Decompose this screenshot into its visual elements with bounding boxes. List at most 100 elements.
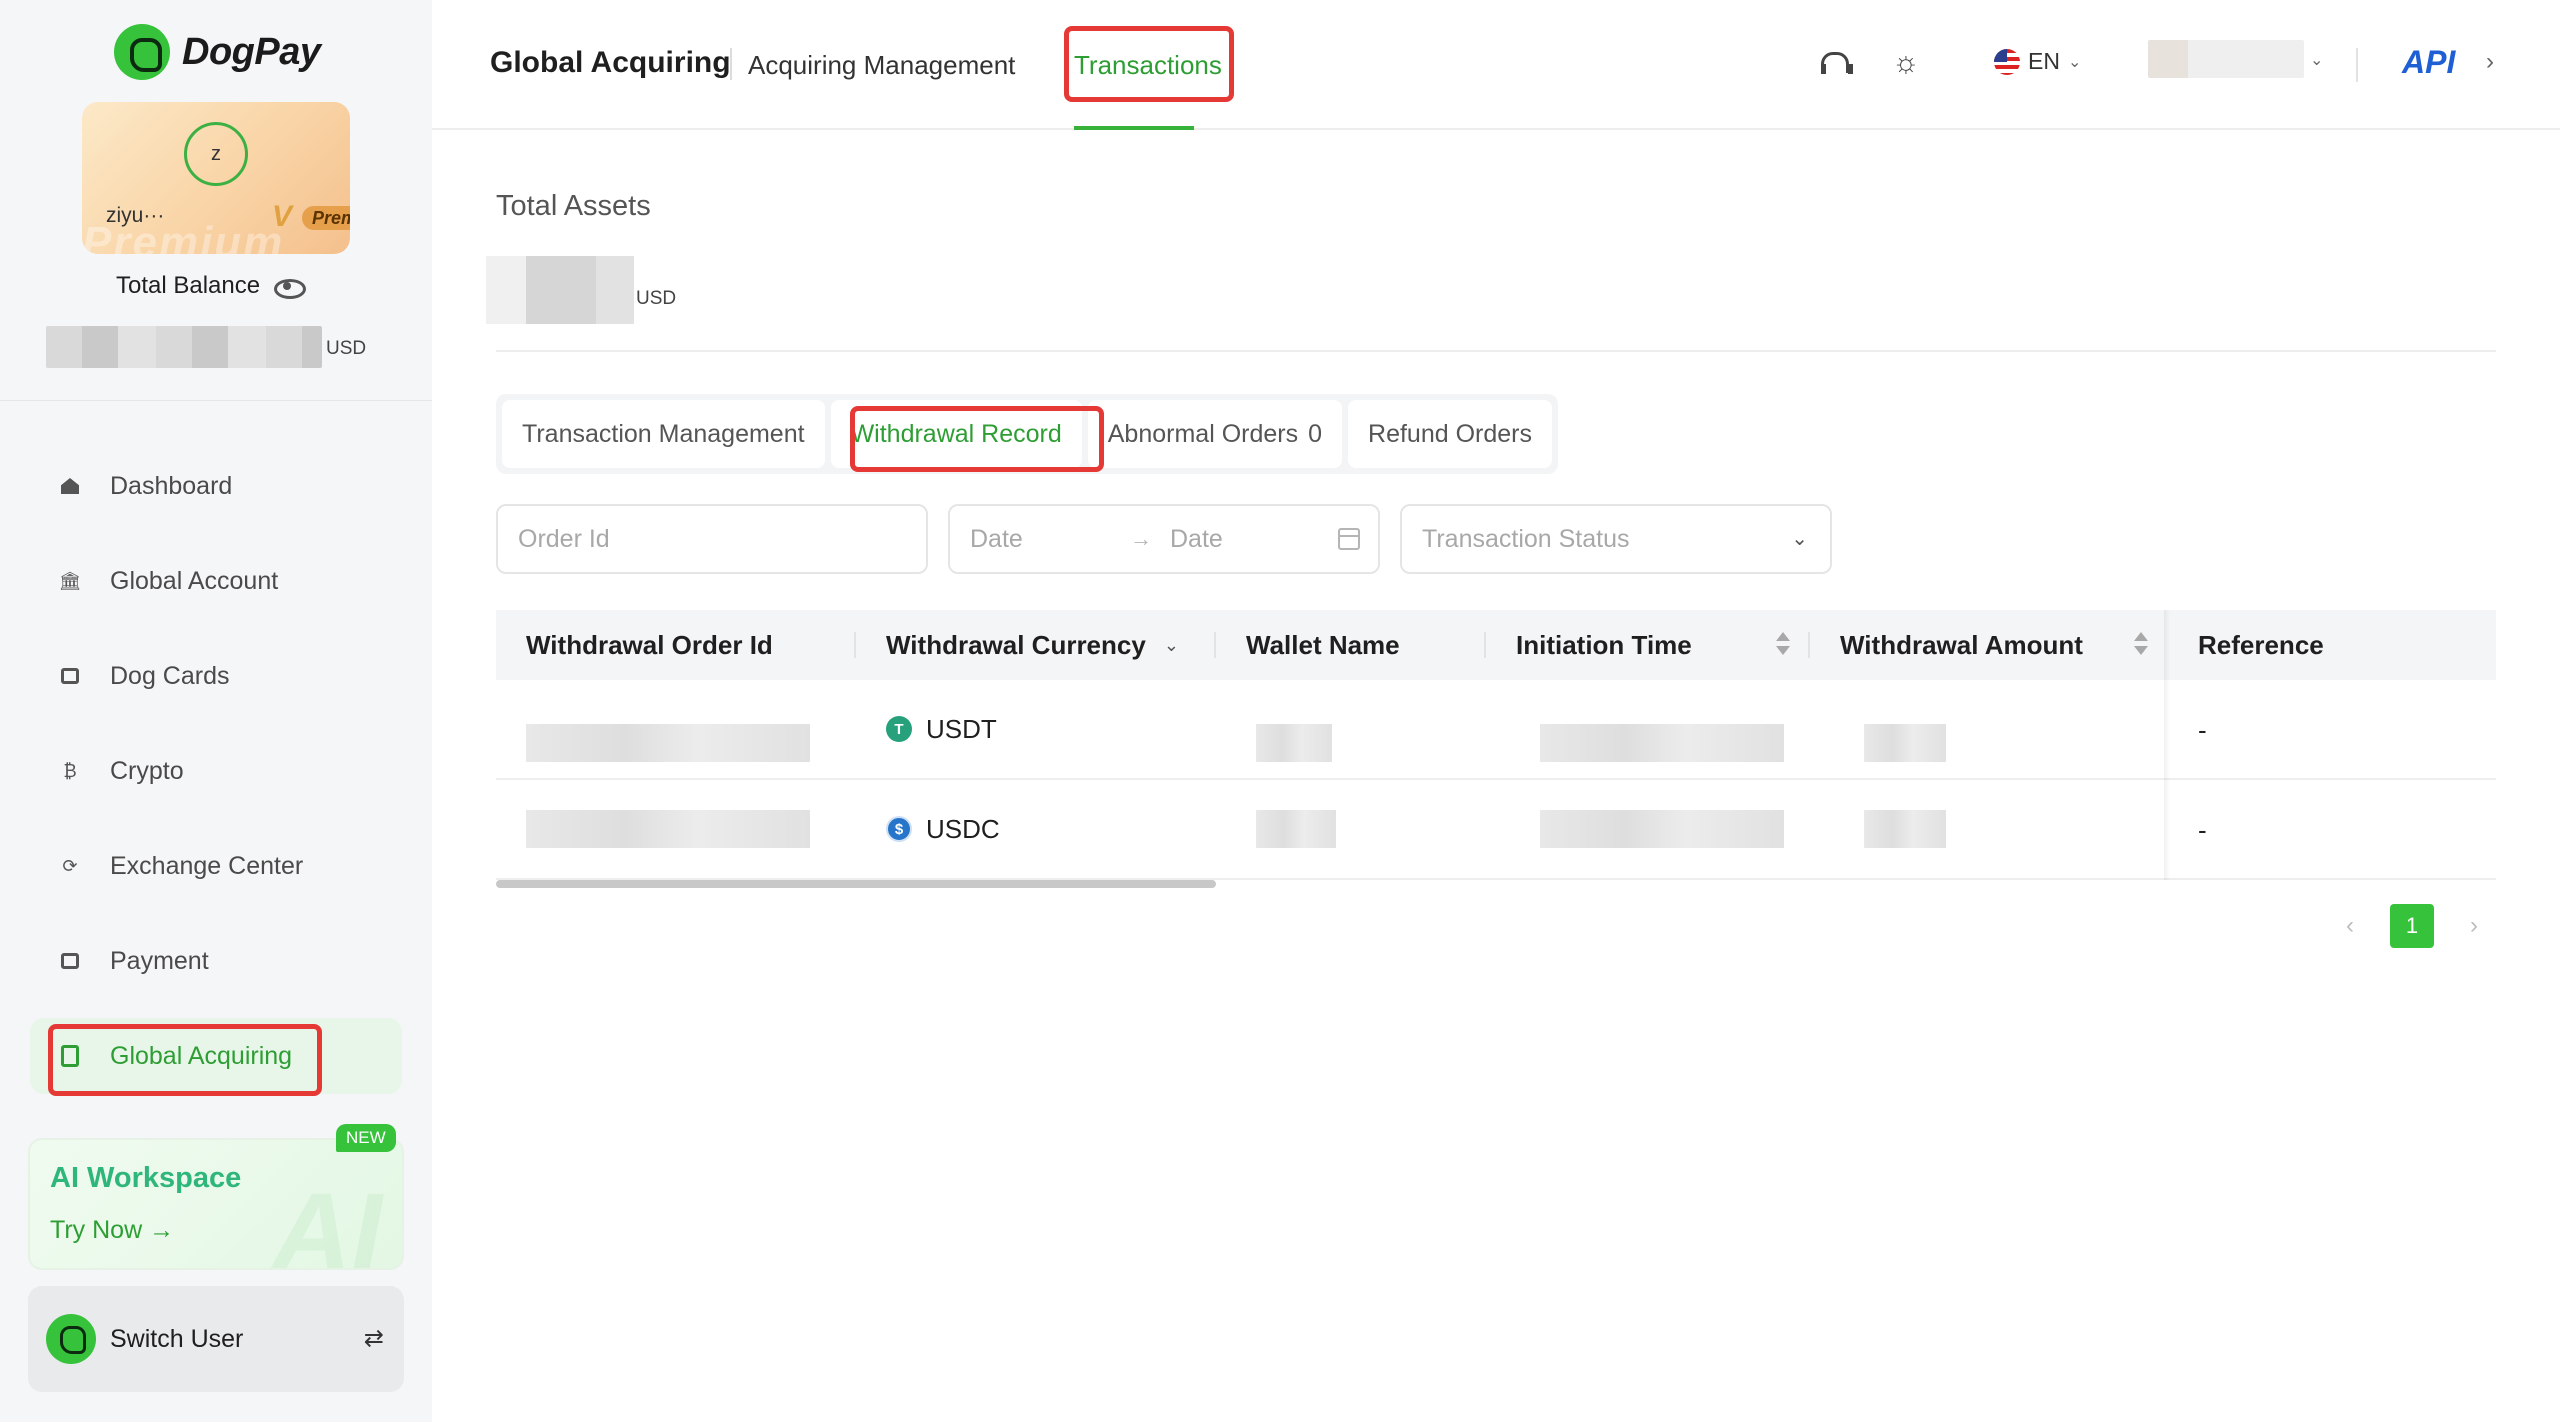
tab-transactions[interactable]: Transactions [1074, 50, 1222, 81]
currency-cell: T USDT [856, 679, 1216, 779]
column-label: Reference [2198, 629, 2324, 660]
reference-cell: - [2168, 780, 2496, 880]
col-wallet-name: Wallet Name [1216, 610, 1486, 680]
page-number-current[interactable]: 1 [2390, 904, 2434, 948]
initiation-time-redacted [1540, 810, 1784, 848]
sidebar-divider [0, 400, 432, 401]
headset-support-icon[interactable] [1820, 52, 1853, 76]
switch-user-button[interactable]: Switch User ⇄ [28, 1286, 404, 1392]
col-withdrawal-currency[interactable]: Withdrawal Currency ⌄ [856, 610, 1216, 680]
range-arrow-icon: → [1130, 526, 1152, 551]
header-divider [2356, 48, 2358, 82]
ai-workspace-card[interactable]: AI AI Workspace Try Now → [28, 1138, 404, 1270]
title-separator [730, 48, 732, 80]
bank-icon: 🏛 [58, 570, 82, 591]
ai-watermark: AI [272, 1171, 382, 1270]
profile-card[interactable]: z ziyu··· V Premium Premium [82, 102, 350, 254]
next-page-icon[interactable]: › [2464, 912, 2484, 940]
api-link[interactable]: API [2402, 44, 2455, 81]
transaction-status-select[interactable]: Transaction Status ⌄ [1400, 504, 1832, 574]
reference-cell: - [2168, 680, 2496, 780]
pagination: ‹ 1 › [2340, 904, 2484, 948]
sidebar-item-payment[interactable]: Payment [30, 923, 402, 999]
filter-dropdown-icon[interactable]: ⌄ [1164, 635, 1179, 656]
switch-user-label: Switch User [110, 1324, 244, 1353]
table-row[interactable]: $ USDC - [496, 780, 2496, 880]
horizontal-scrollbar[interactable] [496, 880, 1216, 888]
order-id-redacted [526, 810, 810, 848]
filter-bar: Order Id Date → Date Transaction Status … [496, 504, 1832, 574]
chevron-right-icon[interactable]: › [2486, 48, 2494, 76]
avatar: z [184, 122, 248, 186]
chevron-down-icon: ⌄ [1791, 528, 1808, 550]
dog-logo-icon [114, 24, 170, 80]
record-tabs: Transaction Management Withdrawal Record… [496, 394, 1558, 474]
withdrawal-amount-cell [1810, 679, 2168, 779]
amount-redacted [1864, 810, 1946, 848]
column-label: Initiation Time [1516, 629, 1692, 660]
order-id-input[interactable]: Order Id [496, 504, 928, 574]
col-withdrawal-amount[interactable]: Withdrawal Amount [1810, 610, 2168, 680]
theme-toggle-icon[interactable]: ☼ [1892, 48, 1920, 78]
balance-amount-redacted [46, 326, 322, 368]
tab-withdrawal-record[interactable]: Withdrawal Record [830, 400, 1082, 468]
table-row[interactable]: T USDT - [496, 680, 2496, 780]
order-id-placeholder: Order Id [518, 524, 610, 553]
start-date-placeholder[interactable]: Date [970, 525, 1130, 554]
sidebar-item-label: Global Account [110, 566, 279, 595]
sidebar: DogPay z ziyu··· V Premium Premium Total… [0, 0, 432, 1422]
table-header: Withdrawal Order Id Withdrawal Currency … [496, 610, 2496, 680]
language-selector[interactable]: EN ⌄ [1994, 48, 2081, 75]
order-id-cell [496, 779, 856, 879]
eye-icon[interactable] [272, 277, 307, 299]
tab-abnormal-orders[interactable]: Abnormal Orders 0 [1087, 400, 1343, 468]
tab-label: Abnormal Orders [1107, 419, 1299, 448]
tab-refund-orders[interactable]: Refund Orders [1348, 400, 1552, 468]
order-id-redacted [526, 724, 810, 762]
sidebar-item-label: Exchange Center [110, 851, 304, 880]
page-title: Global Acquiring [490, 46, 731, 79]
column-label: Wallet Name [1246, 629, 1400, 660]
prev-page-icon[interactable]: ‹ [2340, 912, 2360, 940]
breadcrumb-acquiring-management[interactable]: Acquiring Management [748, 50, 1015, 81]
sort-icon[interactable] [2134, 630, 2148, 660]
ai-workspace-title: AI Workspace [50, 1162, 242, 1194]
col-withdrawal-order-id: Withdrawal Order Id [496, 610, 856, 680]
total-balance-row: Total Balance [116, 272, 307, 300]
end-date-placeholder[interactable]: Date [1170, 525, 1330, 554]
date-range-picker[interactable]: Date → Date [948, 504, 1380, 574]
reference-value: - [2198, 714, 2207, 745]
exchange-icon: ⟳ [62, 855, 78, 876]
fixed-column-shadow [2164, 610, 2170, 880]
bitcoin-icon: ₿ [63, 760, 77, 781]
initiation-time-redacted [1540, 724, 1784, 762]
sidebar-item-dashboard[interactable]: Dashboard [30, 448, 402, 524]
tab-label: Transaction Management [522, 419, 805, 448]
sidebar-item-global-account[interactable]: 🏛 Global Account [30, 543, 402, 619]
col-initiation-time[interactable]: Initiation Time [1486, 610, 1810, 680]
sidebar-item-crypto[interactable]: ₿ Crypto [30, 733, 402, 809]
total-assets-label: Total Assets [496, 190, 651, 222]
abnormal-orders-count: 0 [1308, 419, 1323, 448]
try-now-link[interactable]: Try Now → [50, 1216, 174, 1245]
tab-label: Withdrawal Record [850, 419, 1062, 448]
account-name-redacted[interactable] [2148, 40, 2304, 78]
chevron-down-icon[interactable]: ⌄ [2310, 50, 2323, 70]
tab-transaction-management[interactable]: Transaction Management [502, 400, 825, 468]
brand-logo[interactable]: DogPay [114, 22, 321, 82]
column-label: Withdrawal Currency [886, 629, 1146, 660]
swap-icon: ⇄ [363, 1325, 384, 1352]
sidebar-item-dog-cards[interactable]: Dog Cards [30, 638, 402, 714]
wallet-name-cell [1216, 679, 1486, 779]
currency-cell: $ USDC [856, 779, 1216, 879]
brand-name: DogPay [182, 30, 321, 73]
sort-icon[interactable] [1776, 630, 1790, 660]
home-icon [60, 476, 80, 496]
sidebar-item-exchange-center[interactable]: ⟳ Exchange Center [30, 828, 402, 904]
sidebar-item-global-acquiring[interactable]: Global Acquiring [30, 1018, 402, 1094]
column-label: Withdrawal Amount [1840, 629, 2083, 660]
wallet-name-cell [1216, 779, 1486, 879]
currency-label: USDC [926, 813, 1000, 844]
wallet-name-redacted [1256, 724, 1332, 762]
order-id-cell [496, 679, 856, 779]
